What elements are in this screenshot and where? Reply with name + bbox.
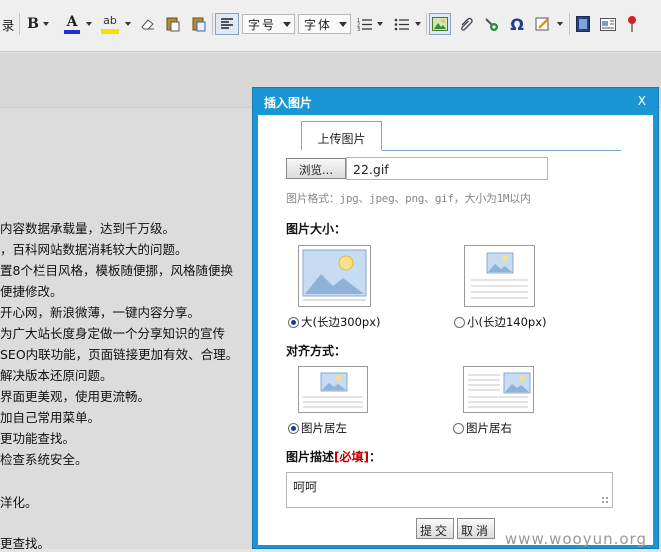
file-name-field[interactable]: 22.gif [346,157,548,180]
radio-unselected-icon [454,316,465,328]
editor-text-line: 检查系统安全。 [0,452,88,467]
eraser-icon[interactable] [138,13,158,35]
small-image-icon [471,252,528,299]
editor-text-line: 便捷修改。 [0,284,63,299]
align-left-label: 图片居左 [301,421,347,435]
size-small-radio[interactable]: 小(长边140px) [454,314,547,330]
map-pin-icon[interactable] [622,13,642,35]
bold-button[interactable]: B [25,13,41,35]
toolbar-separator [212,13,213,35]
align-right-thumbnail[interactable] [463,366,534,413]
watermark-text: www.wooyun.org [504,530,647,548]
editor-text-line: 内容数据承载量，达到千万级。 [0,221,176,236]
edit-dropdown-arrow[interactable] [556,13,564,35]
paste-text-icon[interactable] [189,13,209,35]
edit-icon[interactable] [533,13,553,35]
ordered-list-dropdown-arrow[interactable] [376,13,384,35]
font-family-select[interactable]: 字体 [298,14,351,34]
editor-toolbar: 录 B A ab 字号 字体 1 2 3 Ω [0,0,661,52]
editor-text-line: 洋化。 [0,495,38,510]
insert-image-dialog: 插入图片 X 上传图片 浏览... 22.gif 图片格式：jpg、jpeg、p… [252,87,659,549]
editor-text-line: 开心网，新浪微薄，一键内容分享。 [0,305,201,320]
video-icon[interactable] [573,13,593,35]
editor-text-line: 更功能查找。 [0,431,76,446]
radio-selected-icon [288,422,299,434]
unordered-list-dropdown-arrow[interactable] [414,13,422,35]
dialog-body: 上传图片 浏览... 22.gif 图片格式：jpg、jpeg、png、gif，… [258,115,653,545]
font-size-select[interactable]: 字号 [242,14,295,34]
size-large-radio[interactable]: 大(长边300px) [288,314,381,330]
font-family-select-label: 字体 [304,17,333,32]
unordered-list-icon[interactable] [392,13,412,35]
toolbar-separator [19,13,20,35]
highlight-button[interactable]: ab [99,13,121,35]
editor-text-line: 加自己常用菜单。 [0,410,101,425]
align-left-icon[interactable] [215,13,239,35]
large-size-thumbnail[interactable] [298,245,371,307]
svg-text:3: 3 [357,27,360,31]
editor-text-line: 为广大站长度身定做一个分享知识的宣传 [0,326,226,341]
toolbar-separator [569,13,570,35]
submit-button[interactable]: 提交 [416,518,454,539]
insert-image-icon[interactable] [429,13,451,35]
font-size-select-label: 字号 [248,17,277,32]
description-label-text: 图片描述 [286,450,335,464]
description-label: 图片描述[必填]： [286,448,381,465]
dialog-title: 插入图片 [264,96,313,110]
format-hint: 图片格式：jpg、jpeg、png、gif，大小为1M以内 [286,192,531,205]
radio-selected-icon [288,316,299,328]
alignment-label: 对齐方式： [286,344,347,358]
dialog-close-button[interactable]: X [638,94,646,108]
size-small-label: 小(长边140px) [467,315,547,329]
cancel-button[interactable]: 取消 [457,518,495,539]
align-left-thumbnail[interactable] [298,366,368,413]
browse-button[interactable]: 浏览... [286,158,346,179]
paste-icon[interactable] [163,13,183,35]
description-text: 呵呵 [293,480,318,494]
editor-text-line: 解决版本还原问题。 [0,368,113,383]
highlight-icon: ab [103,13,117,27]
toolbar-partial-button[interactable]: 录 [0,13,16,35]
size-large-label: 大(长边300px) [301,315,381,329]
editor-text-line: 界面更美观，使用更流畅。 [0,389,151,404]
image-gallery-icon[interactable] [598,13,618,35]
attachment-icon[interactable] [456,13,476,35]
large-image-icon [302,249,367,301]
ordered-list-icon[interactable]: 123 [355,13,375,35]
font-color-icon: A [66,13,78,30]
align-left-image-icon [303,372,363,408]
align-right-image-icon [468,372,531,408]
font-color-bar [64,29,80,34]
highlight-color-bar [101,28,119,34]
editor-text-line: 更查找。 [0,536,51,551]
resize-grip-icon[interactable] [601,496,609,504]
radio-unselected-icon [453,422,464,434]
editor-text-line: SEO内联功能，页面链接更加有效、合理。 [0,347,239,362]
align-right-radio[interactable]: 图片居右 [453,420,512,436]
font-color-dropdown-arrow[interactable] [85,13,93,35]
tab-upload-image[interactable]: 上传图片 [301,121,382,151]
small-size-thumbnail[interactable] [464,245,535,307]
align-left-radio[interactable]: 图片居左 [288,420,347,436]
toolbar-separator [426,13,427,35]
highlight-dropdown-arrow[interactable] [124,13,132,35]
special-char-button[interactable]: Ω [507,13,527,35]
font-color-button[interactable]: A [62,13,82,35]
align-right-label: 图片居右 [466,421,512,435]
image-size-label: 图片大小： [286,222,347,236]
link-icon[interactable] [482,13,502,35]
description-label-colon: ： [369,450,382,464]
description-textarea[interactable]: 呵呵 [286,472,613,508]
editor-text-line: 置8个栏目风格，模板随便挪，风格随便换 [0,263,233,278]
editor-text-line: ，百科网站数据消耗较大的问题。 [0,242,188,257]
required-marker: [必填] [334,450,369,464]
bold-dropdown-arrow[interactable] [42,13,50,35]
